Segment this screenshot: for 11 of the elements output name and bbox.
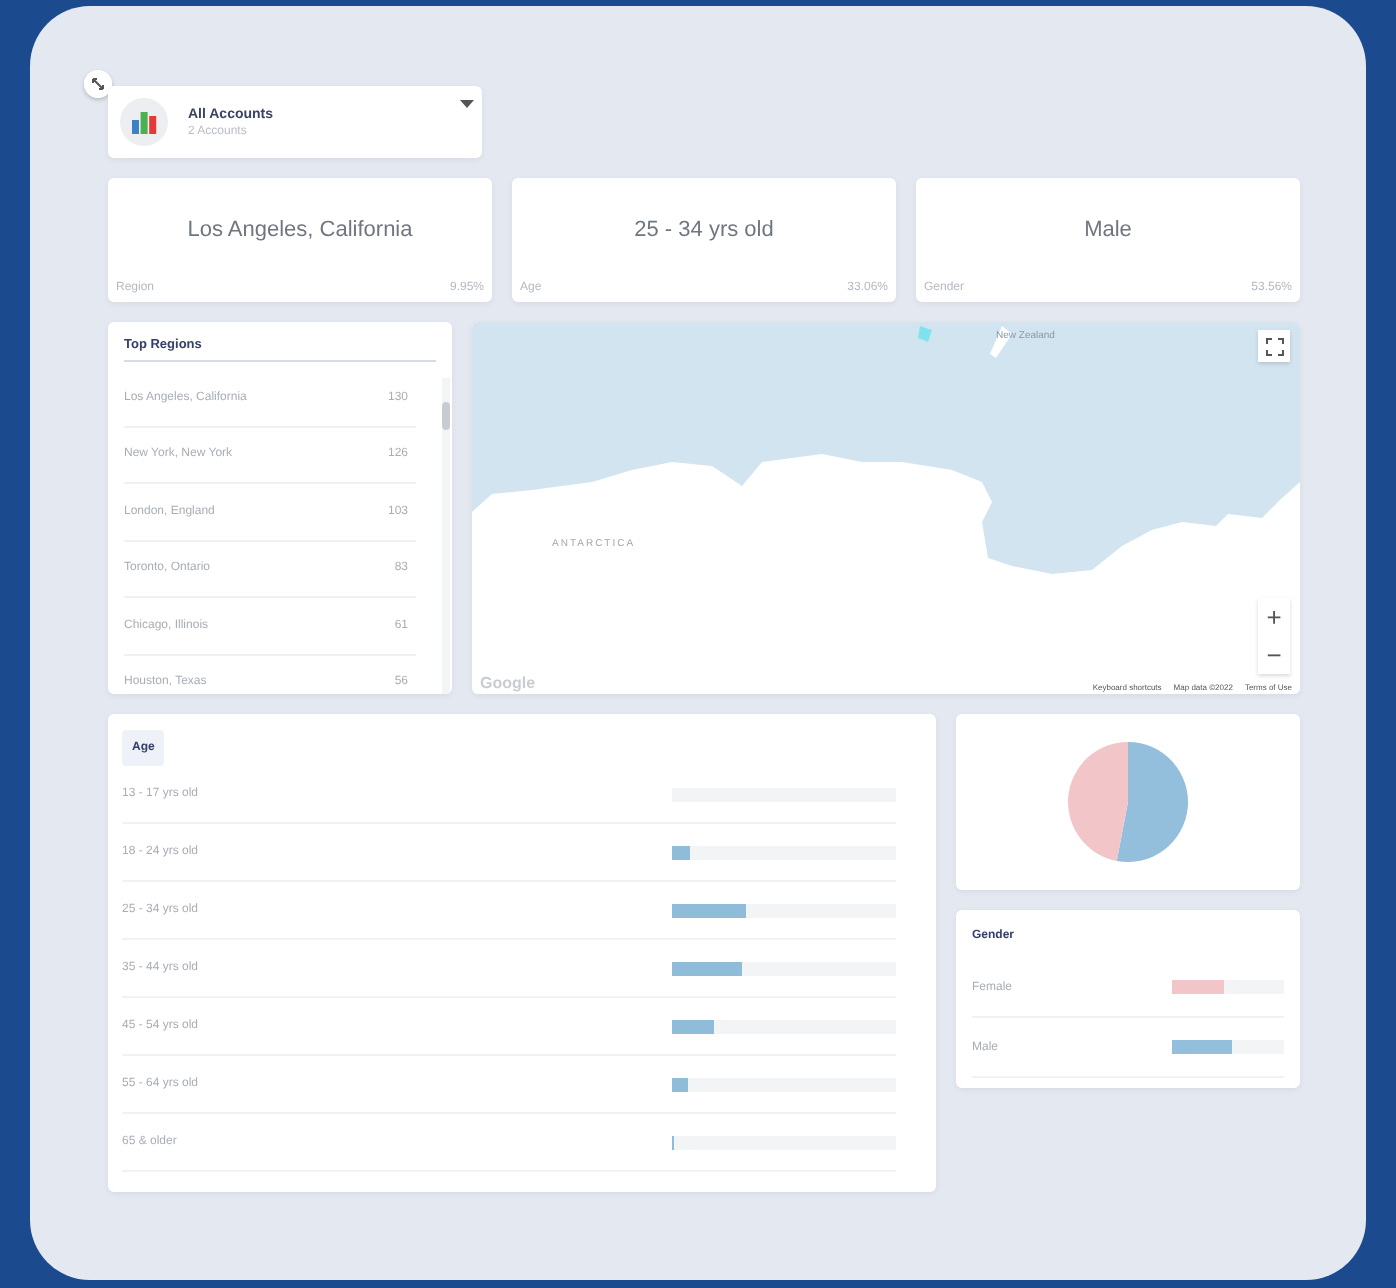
caret-icon — [460, 100, 474, 108]
fullscreen-button[interactable] — [1258, 330, 1290, 362]
zoom-out-button[interactable]: − — [1258, 636, 1290, 674]
pie-chart-drawing — [1068, 742, 1188, 862]
zoom-in-button[interactable]: + — [1258, 598, 1290, 636]
stat-value: Male — [1084, 218, 1132, 242]
stat-value: Los Angeles, California — [187, 218, 413, 242]
stat-value: 25 - 34 yrs old — [634, 218, 774, 242]
bar-chart-icon — [120, 98, 168, 146]
fullscreen-icon — [1265, 337, 1283, 355]
resize-icon[interactable] — [84, 70, 112, 98]
